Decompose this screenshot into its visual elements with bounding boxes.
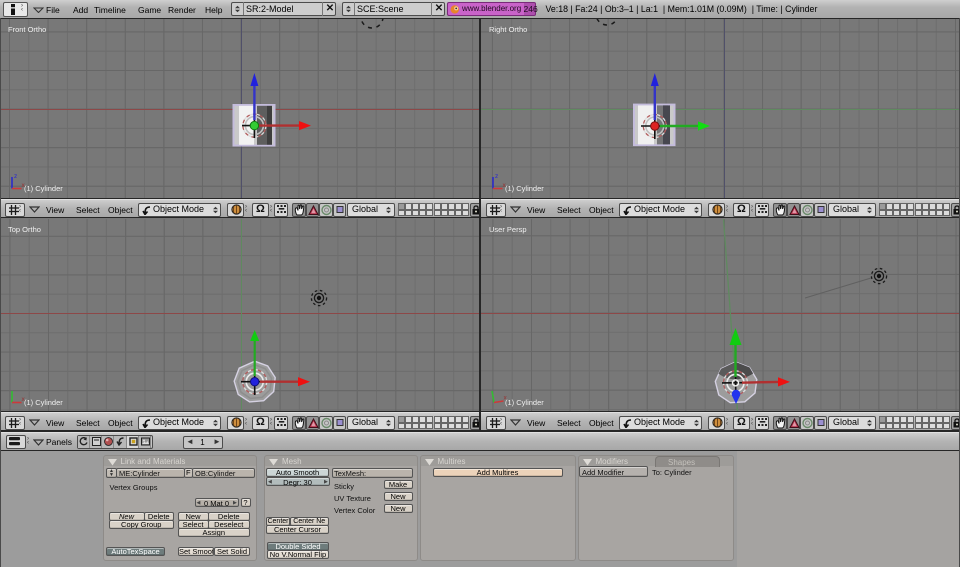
svg-text:x: x [22, 182, 26, 189]
svg-text:z: z [495, 173, 498, 180]
svg-text:x: x [22, 396, 26, 403]
svg-text:z: z [14, 173, 17, 180]
svg-text:x: x [504, 395, 508, 402]
svg-text:x: x [503, 182, 507, 189]
